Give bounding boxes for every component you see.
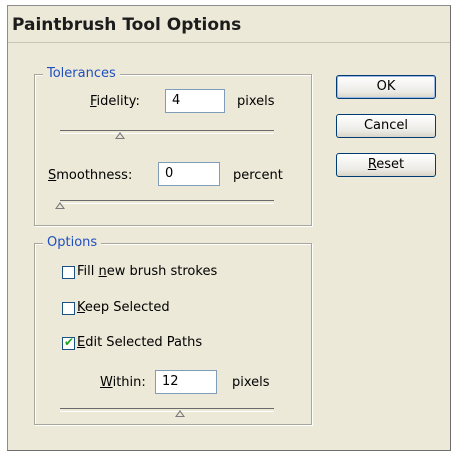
fidelity-label: Fidelity: [90,94,140,109]
fidelity-unit: pixels [237,94,275,109]
within-slider-thumb[interactable] [174,410,185,417]
smoothness-label: Smoothness: [48,168,133,183]
checkmark-icon: ✔ [64,335,75,349]
within-slider-track[interactable] [60,408,274,412]
options-legend: Options [43,235,102,250]
smoothness-input[interactable]: 0 [158,162,220,186]
smoothness-slider-track[interactable] [60,200,274,204]
edit-selected-paths-checkbox[interactable]: ✔ [62,335,75,350]
within-label: Within: [100,375,146,390]
within-input[interactable]: 12 [155,370,217,394]
tolerances-legend: Tolerances [43,66,120,81]
ok-button[interactable]: OK [336,75,436,99]
smoothness-unit: percent [233,168,283,183]
reset-button[interactable]: Reset [336,153,436,177]
fidelity-input[interactable]: 4 [165,89,225,113]
cancel-button[interactable]: Cancel [336,114,436,138]
keep-selected-label[interactable]: Keep Selected [77,300,170,315]
fill-new-brush-strokes-checkbox[interactable] [62,266,75,279]
dialog-title: Paintbrush Tool Options [12,15,242,35]
fidelity-slider-thumb[interactable] [114,132,125,139]
edit-selected-paths-label[interactable]: Edit Selected Paths [77,335,202,350]
smoothness-slider-thumb[interactable] [55,202,65,209]
fidelity-slider-track[interactable] [60,130,274,134]
title-bar: Paintbrush Tool Options [8,6,450,43]
paintbrush-options-dialog: Paintbrush Tool Options Tolerances Fidel… [7,5,451,451]
keep-selected-checkbox[interactable] [62,302,75,315]
fill-new-brush-strokes-label[interactable]: Fill new brush strokes [77,264,217,279]
within-unit: pixels [232,375,270,390]
